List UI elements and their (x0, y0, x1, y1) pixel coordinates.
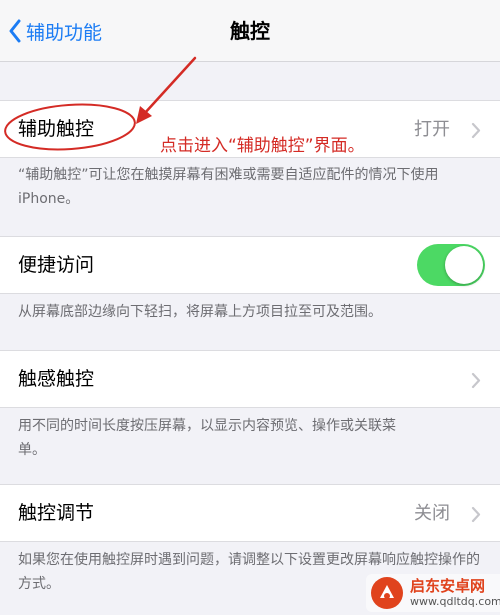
reachability-toggle[interactable] (417, 244, 485, 286)
watermark-name: 启东安卓网 (410, 577, 486, 595)
watermark-logo-icon (371, 577, 403, 609)
haptic-touch-footer: 用不同的时间长度按压屏幕，以显示内容预览、操作或关联菜单。 (18, 418, 396, 458)
reachability-footer: 从屏幕底部边缘向下轻扫，将屏幕上方项目拉至可及范围。 (18, 304, 382, 320)
haptic-touch-row[interactable]: 触感触控 (0, 350, 500, 408)
touch-accommodations-label: 触控调节 (18, 502, 95, 524)
annotation-hint: 点击进入“辅助触控”界面。 (160, 136, 365, 156)
watermark: 启东安卓网 www.qdltdq.com (366, 574, 500, 612)
chevron-right-icon (471, 372, 481, 389)
reachability-label: 便捷访问 (18, 254, 95, 276)
toggle-knob (445, 246, 483, 284)
annotation-arrow (4, 56, 197, 151)
chevron-right-icon (471, 506, 481, 523)
touch-accommodations-value: 关闭 (414, 503, 450, 524)
haptic-touch-label: 触感触控 (18, 368, 95, 390)
touch-accommodations-row[interactable]: 触控调节 关闭 (0, 484, 500, 542)
watermark-url: www.qdltdq.com (410, 595, 500, 608)
